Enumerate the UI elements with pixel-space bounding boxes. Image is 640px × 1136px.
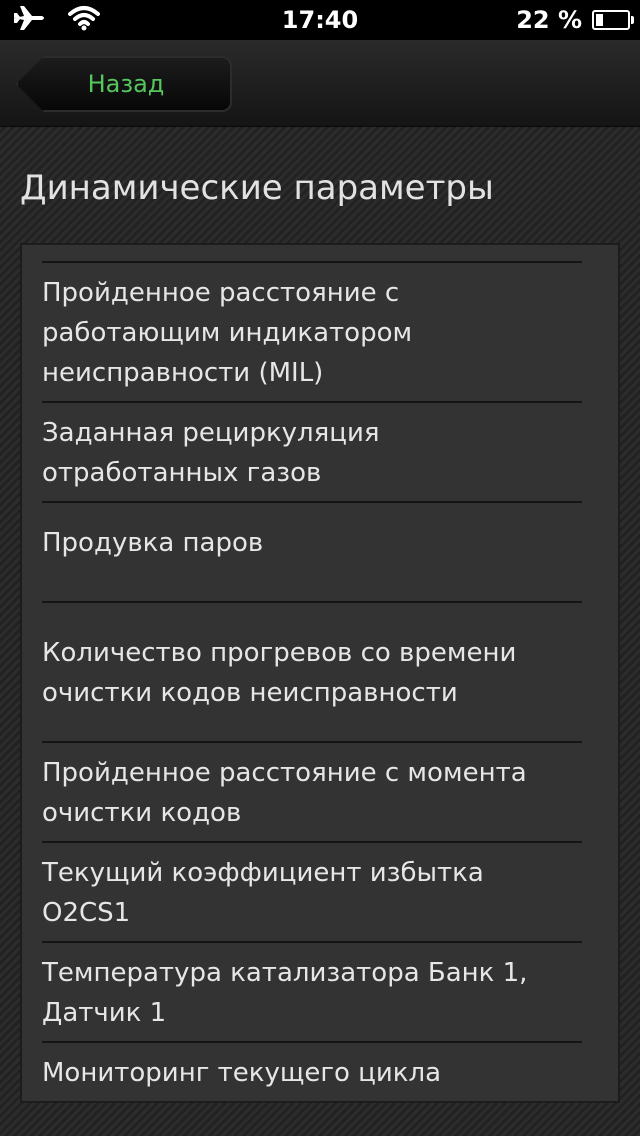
list-item-label: Продувка паров — [42, 528, 264, 558]
battery-level — [596, 14, 603, 26]
list-item[interactable]: Пройденное расстояние с момента очистки … — [42, 741, 582, 841]
list-item-label: Мониторинг текущего цикла — [42, 1058, 442, 1088]
page-title: Динамические параметры — [20, 168, 494, 208]
navigation-bar: Назад — [0, 40, 640, 127]
back-button-label: Назад — [87, 70, 165, 98]
list-item[interactable]: Температура катализатора Банк 1, Датчик … — [42, 941, 582, 1041]
list-item[interactable]: Продувка паров — [42, 501, 582, 601]
list-item-label: Текущий коэффициент избытка O2CS1 — [42, 858, 484, 928]
list-item[interactable]: Заданная рециркуляция отработанных газов — [42, 401, 582, 501]
list-item-label: Пройденное расстояние с момента очистки … — [42, 758, 527, 828]
list-item[interactable]: Мониторинг текущего цикла — [42, 1041, 582, 1101]
list-item[interactable]: Текущий коэффициент избытка O2CS1 — [42, 841, 582, 941]
battery-percent: 22 % — [516, 6, 582, 34]
list-item-label: Заданная рециркуляция отработанных газов — [42, 418, 380, 488]
parameters-list: Пройденное расстояние с работающим индик… — [20, 243, 620, 1103]
list-item[interactable]: Пройденное расстояние с работающим индик… — [42, 261, 582, 401]
list-item-label: Пройденное расстояние с работающим индик… — [42, 278, 413, 388]
list-item-label: Количество прогревов со времени очистки … — [42, 638, 517, 708]
status-right: 22 % — [516, 0, 634, 40]
back-button[interactable]: Назад — [16, 56, 232, 112]
list-item[interactable]: Количество прогревов со времени очистки … — [42, 601, 582, 741]
status-bar: 17:40 22 % — [0, 0, 640, 40]
list-item-label: Температура катализатора Банк 1, Датчик … — [42, 958, 528, 1028]
battery-icon — [592, 10, 634, 30]
